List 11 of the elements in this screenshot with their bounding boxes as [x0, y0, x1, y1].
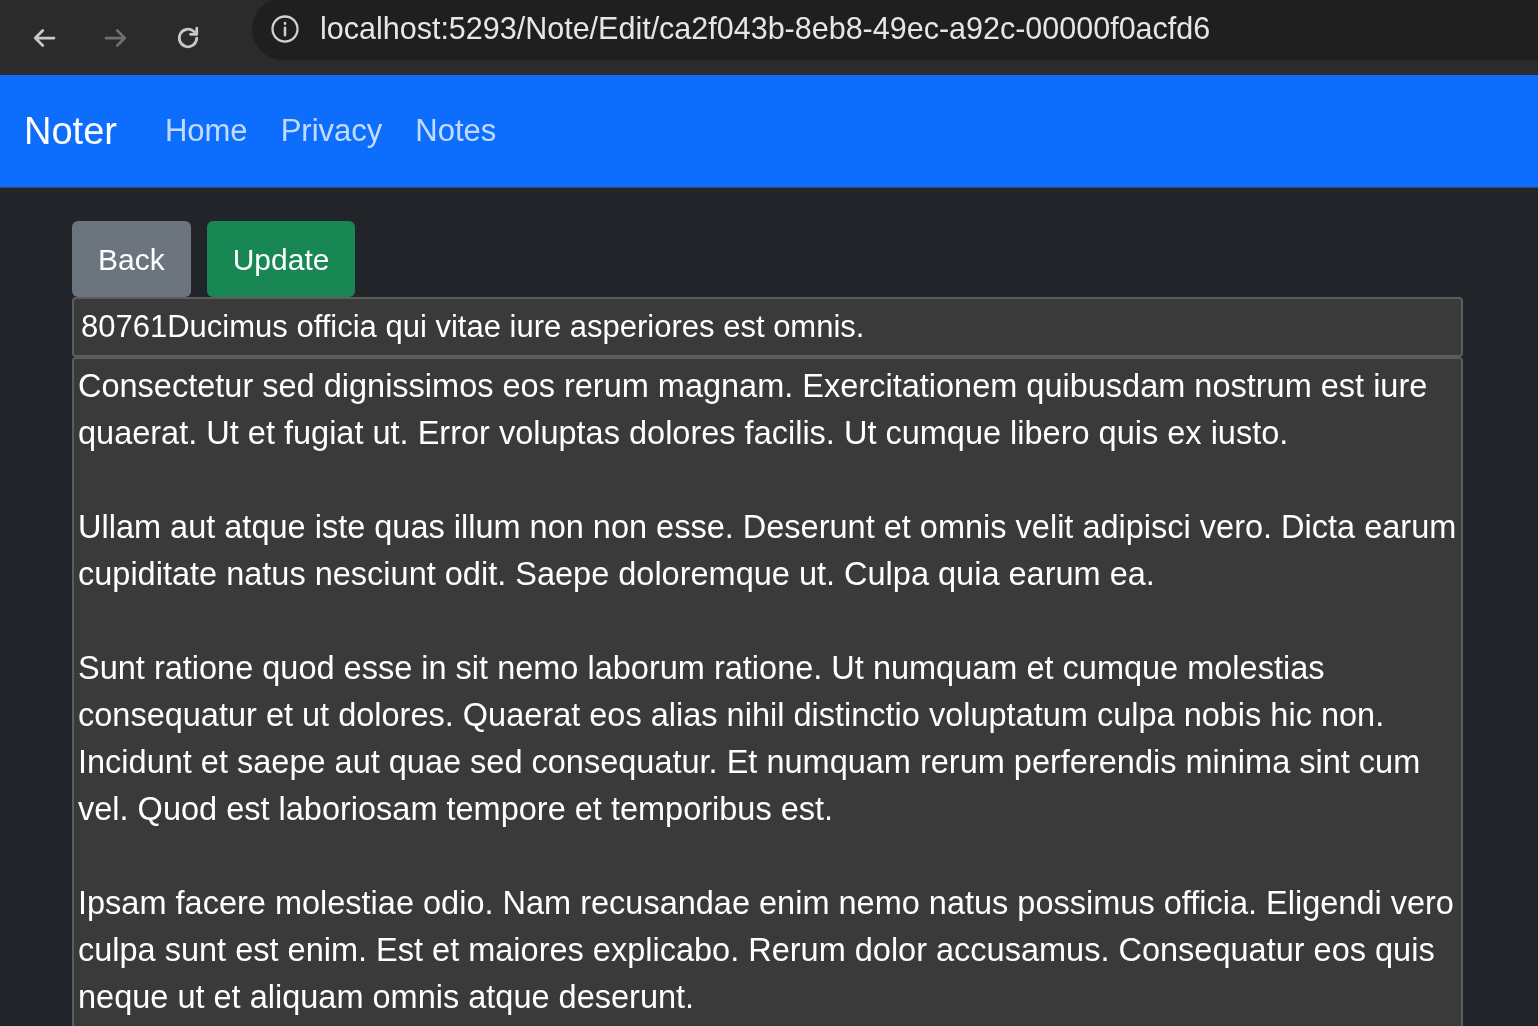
update-button[interactable]: Update — [206, 221, 356, 297]
info-icon[interactable] — [270, 13, 300, 44]
back-button[interactable]: Back — [72, 221, 191, 297]
body-textarea[interactable]: Consectetur sed dignissimos eos rerum magnam. Exercitationem quibusdam nostrum est iure quaerat. Ut et fugiat ut. Error voluptas dolores facilis. Ut cumque libero quis ex iusto. Ullam aut atque iste quas illum non non esse. Deserunt et omnis velit adipisci vero. Dicta earum cupiditate natus nesciunt odit. Saepe doloremque ut. Culpa quia earum ea. Sunt ratione quod esse in sit nemo laborum ratione. Ut numquam et cumque molestias consequatur et ut dolores. Quaerat eos alias nihil distinctio voluptatum culpa nobis hic non. Incidunt et saepe aut quae sed consequatur. Et numquam rerum perferendis minima sint cum vel. Quod est laboriosam tempore et temporibus est. Ipsam facere molestiae odio. Nam recusandae enim nemo natus possimus officia. Eligendi vero culpa sunt est enim. Est et maiores explicabo. Rerum dolor accusamus. Consequatur eos quis neque ut et aliquam omnis atque deserunt. — [72, 357, 1463, 1026]
title-input[interactable]: 80761Ducimus officia qui vitae iure asperiores est omnis. — [72, 297, 1463, 357]
nav-link[interactable]: Notes — [415, 107, 497, 155]
url-text: localhost:5293/Note/Edit/ca2f043b-8eb8-49ec-a92c-00000f0acfd6 — [320, 9, 1211, 47]
brand-link[interactable]: Noter — [24, 102, 117, 160]
nav-link[interactable]: Privacy — [280, 107, 383, 155]
nav-link[interactable]: Home — [164, 107, 248, 155]
address-bar[interactable]: localhost:5293/Note/Edit/ca2f043b-8eb8-49ec-a92c-00000f0acfd6 — [252, 0, 1538, 60]
